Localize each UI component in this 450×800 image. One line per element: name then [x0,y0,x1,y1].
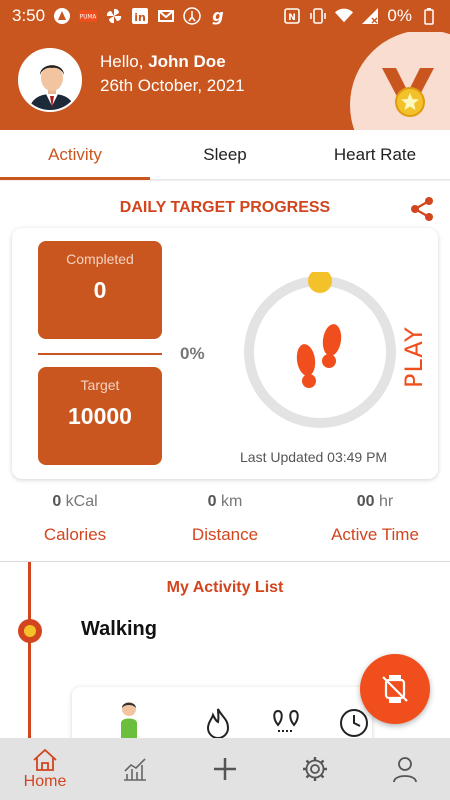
nav-profile[interactable] [360,738,450,800]
nav-add[interactable] [180,738,270,800]
nav-settings[interactable] [270,738,360,800]
svg-text:g: g [212,7,223,25]
route-icon [273,709,299,732]
puma-icon: PUMA [79,7,98,25]
pinwheel-icon [105,7,123,25]
tab-bar: Activity Sleep Heart Rate [0,130,450,180]
progress-ring [244,272,396,428]
bottom-nav: Home [0,738,450,800]
target-value: 10000 [68,403,132,429]
tab-sleep-label: Sleep [203,144,247,164]
progress-divider [38,353,162,355]
nav-stats[interactable] [90,738,180,800]
vibrate-icon [309,7,327,25]
nfc-icon: N [283,7,301,25]
walker-icon [121,702,137,738]
distance-value: 0 [207,493,217,510]
activity-item-walking[interactable]: Walking [81,618,157,641]
tab-sleep[interactable]: Sleep [150,130,300,179]
svg-text:in: in [134,11,146,24]
stat-calories: 0 kCal Calories [0,493,150,545]
greeting: Hello, John Doe [100,52,226,72]
plus-icon [214,758,236,780]
stats-row: 0 kCal Calories 0 km Distance 00 hr Acti… [0,493,450,545]
flame-icon [206,708,230,738]
timeline-dot [18,619,42,643]
share-icon[interactable] [408,195,436,223]
completed-value: 0 [93,277,107,303]
signal-icon [361,7,379,25]
battery-percent: 0% [387,6,412,25]
completed-label: Completed [66,251,134,267]
play-label: PLAY [400,326,428,388]
status-bar: 3:50 PUMA in g N 0% [0,0,450,32]
nav-home[interactable]: Home [0,738,90,800]
svg-text:N: N [289,13,297,23]
target-box[interactable]: Target 10000 [38,367,162,465]
nav-home-label: Home [23,772,67,790]
fitness-icon [183,7,201,25]
tab-activity-label: Activity [48,144,102,164]
user-name: John Doe [148,52,226,71]
completed-box: Completed 0 [38,241,162,339]
daily-target-title: DAILY TARGET PROGRESS [119,199,331,216]
distance-label: Distance [191,525,259,544]
distance-unit: km [221,493,243,510]
target-label: Target [80,377,120,393]
daily-target-card: Completed 0 0% Target 10000 PLAY Last Up… [12,228,438,479]
status-time: 3:50 [12,6,46,25]
walking-activity-card[interactable] [72,687,372,738]
tab-heart-rate[interactable]: Heart Rate [300,130,450,179]
active-time-unit: hr [379,493,394,510]
footsteps-icon [296,324,342,388]
gmail-icon [157,7,175,25]
watch-disconnected-button[interactable] [360,654,430,724]
chart-icon [124,758,146,781]
clock-icon [340,709,368,737]
activity-list-title: My Activity List [166,579,284,596]
stat-active-time: 00 hr Active Time [300,493,450,545]
svg-text:PUMA: PUMA [80,14,97,20]
stat-distance: 0 km Distance [150,493,300,545]
profile-icon [393,757,417,783]
profile-header: Hello, John Doe 26th October, 2021 [0,32,450,130]
progress-knob[interactable] [308,272,332,293]
avatar[interactable] [18,48,82,112]
medal-icon[interactable] [378,66,438,126]
play-button[interactable]: PLAY [400,322,430,392]
g-icon: g [209,7,227,25]
battery-icon [420,7,438,25]
alert-icon [53,7,71,25]
progress-percent: 0% [180,344,205,363]
section-divider [0,561,450,562]
greeting-label: Hello, [100,52,144,71]
linkedin-icon: in [131,7,149,25]
tab-activity[interactable]: Activity [0,130,150,180]
gear-icon [303,757,327,781]
calories-value: 0 [52,493,62,510]
progress-ring-track [244,276,396,428]
home-icon [33,748,57,771]
calories-label: Calories [43,525,107,544]
active-time-label: Active Time [331,525,419,544]
tab-heart-rate-label: Heart Rate [333,144,417,164]
activity-content: DAILY TARGET PROGRESS Completed 0 0% Tar… [0,181,450,738]
calories-unit: kCal [65,493,98,510]
current-date: 26th October, 2021 [100,76,245,95]
wifi-icon [335,7,354,25]
active-time-value: 00 [356,493,375,510]
last-updated: Last Updated 03:49 PM [240,449,388,465]
watch-off-icon [382,675,408,703]
